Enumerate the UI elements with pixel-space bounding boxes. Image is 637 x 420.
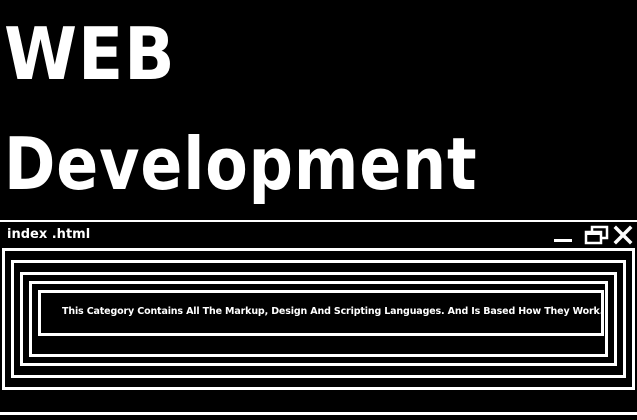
bottom-divider bbox=[0, 412, 637, 415]
minimize-button[interactable] bbox=[552, 225, 574, 245]
window-title-bar[interactable]: index .html bbox=[0, 222, 637, 248]
hero-title-web: WEB bbox=[4, 12, 176, 96]
restore-button[interactable] bbox=[584, 225, 609, 245]
hero-title-development: Development bbox=[4, 122, 478, 206]
html-window: index .html This Category Contains All T… bbox=[0, 220, 637, 420]
category-description: This Category Contains All The Markup, D… bbox=[62, 306, 604, 317]
restore-icon bbox=[584, 225, 609, 245]
close-button[interactable] bbox=[612, 225, 634, 245]
window-title: index .html bbox=[7, 227, 91, 242]
close-icon bbox=[613, 225, 633, 245]
minimize-icon bbox=[554, 239, 572, 242]
